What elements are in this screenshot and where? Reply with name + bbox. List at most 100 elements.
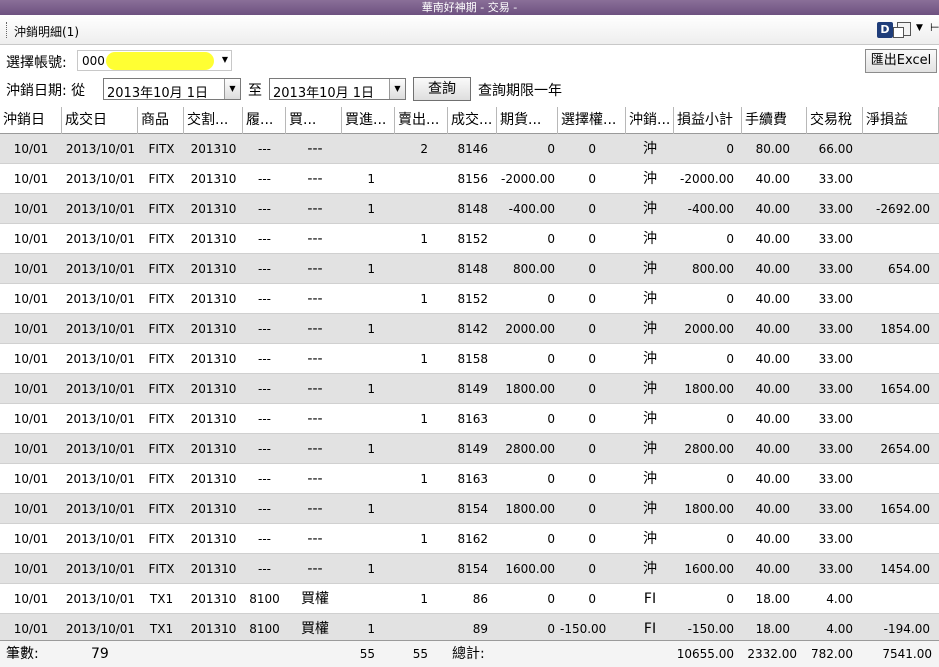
col-header-buy-qty[interactable]: 買進... [342, 107, 395, 134]
chevron-down-icon[interactable]: ▼ [916, 23, 923, 33]
cell-settle-month: 201310 [190, 472, 237, 486]
cell-tax: 33.00 [818, 502, 853, 516]
table-row[interactable]: 10/01 2013/10/01 TX1 201310 8100 買權 1 89 0 -150.0… [0, 614, 939, 640]
col-header-fee[interactable]: 手續費 [742, 107, 807, 134]
col-header-offset-type[interactable]: 沖銷... [626, 107, 674, 134]
cell-offset-date: 10/01 [13, 172, 49, 186]
table-row[interactable]: 10/01 2013/10/01 TX1 201310 8100 買權 1 86 0 0 FI 0 18… [0, 584, 939, 614]
col-header-tax[interactable]: 交易稅 [807, 107, 863, 134]
cell-net-pnl: 2654.00 [880, 442, 930, 456]
table-row[interactable]: 10/01 2013/10/01 FITX 201310 --- --- 1 8142 2000… [0, 314, 939, 344]
col-header-settle-month[interactable]: 交割... [184, 107, 243, 134]
account-select[interactable]: 000 ▼ [77, 50, 232, 71]
cell-fee: 40.00 [755, 262, 790, 276]
cell-settle-month: 201310 [190, 232, 237, 246]
cell-offset-type: 沖 [643, 261, 657, 277]
table-row[interactable]: 10/01 2013/10/01 FITX 201310 --- --- 1 8149 2800… [0, 434, 939, 464]
col-header-offset-date[interactable]: 沖銷日 [0, 107, 62, 134]
col-header-futures-pnl[interactable]: 期貨... [497, 107, 558, 134]
cell-fee: 18.00 [755, 592, 790, 606]
col-header-price[interactable]: 成交... [448, 107, 497, 134]
cell-sell-qty [397, 554, 428, 584]
cell-trade-date: 2013/10/01 [65, 472, 136, 486]
dropdown-arrow-icon[interactable]: ▼ [222, 55, 228, 64]
cell-strike: --- [258, 202, 271, 216]
cell-sell-qty [397, 374, 428, 404]
table-body[interactable]: 10/01 2013/10/01 FITX 201310 --- --- 2 8146 0 0 沖 0… [0, 134, 939, 640]
date-to-picker[interactable]: 2013年10月 1日 ▼ [269, 78, 406, 101]
account-label: 選擇帳號: [6, 55, 67, 71]
table-row[interactable]: 10/01 2013/10/01 FITX 201310 --- --- 1 8152 0 0 沖 0… [0, 224, 939, 254]
cell-futures-pnl: 2000.00 [505, 322, 555, 336]
account-value: 000 [82, 54, 105, 68]
drag-grip-icon[interactable] [6, 22, 9, 38]
cell-strike: --- [258, 142, 271, 156]
table-row[interactable]: 10/01 2013/10/01 FITX 201310 --- --- 1 8154 1800… [0, 494, 939, 524]
cell-buy-qty: 1 [367, 202, 375, 216]
cell-sell-qty [397, 434, 428, 464]
cell-net-pnl [864, 164, 930, 194]
cell-price: 8146 [457, 142, 488, 156]
cell-net-pnl: 1654.00 [880, 382, 930, 396]
cell-sell-qty: 1 [420, 472, 428, 486]
table-row[interactable]: 10/01 2013/10/01 FITX 201310 --- --- 2 8146 0 0 沖 0… [0, 134, 939, 164]
table-row[interactable]: 10/01 2013/10/01 FITX 201310 --- --- 1 8148 -400… [0, 194, 939, 224]
cell-options-pnl: 0 [588, 472, 596, 486]
cell-call-put: --- [307, 561, 323, 577]
table-row[interactable]: 10/01 2013/10/01 FITX 201310 --- --- 1 8148 800.… [0, 254, 939, 284]
cell-offset-type: 沖 [643, 231, 657, 247]
col-header-product[interactable]: 商品 [138, 107, 184, 134]
cell-buy-qty [344, 224, 375, 254]
pin-icon[interactable]: ⊢ [930, 21, 939, 34]
cell-product: FITX [148, 172, 175, 186]
cell-tax: 33.00 [818, 292, 853, 306]
cell-sell-qty: 1 [420, 232, 428, 246]
table-row[interactable]: 10/01 2013/10/01 FITX 201310 --- --- 1 8162 0 0 沖 0… [0, 524, 939, 554]
cell-strike: --- [258, 502, 271, 516]
d-logo-icon[interactable]: D [877, 22, 893, 38]
table-row[interactable]: 10/01 2013/10/01 FITX 201310 --- --- 1 8158 0 0 沖 0… [0, 344, 939, 374]
table-row[interactable]: 10/01 2013/10/01 FITX 201310 --- --- 1 8154 1600… [0, 554, 939, 584]
cell-product: TX1 [149, 622, 174, 636]
cell-buy-qty: 1 [367, 562, 375, 576]
table-row[interactable]: 10/01 2013/10/01 FITX 201310 --- --- 1 8152 0 0 沖 0… [0, 284, 939, 314]
table-row[interactable]: 10/01 2013/10/01 FITX 201310 --- --- 1 8163 0 0 沖 0… [0, 464, 939, 494]
query-button[interactable]: 查詢 [413, 77, 471, 101]
cell-offset-date: 10/01 [13, 292, 49, 306]
footer-fee-total: 2332.00 [747, 647, 797, 661]
col-header-call-put[interactable]: 買... [286, 107, 342, 134]
col-header-trade-date[interactable]: 成交日 [62, 107, 138, 134]
cell-price: 89 [472, 622, 488, 636]
cell-sell-qty: 1 [420, 592, 428, 606]
cell-options-pnl: 0 [588, 562, 596, 576]
window-restore-icon[interactable] [893, 22, 911, 38]
col-header-options-pnl[interactable]: 選擇權... [558, 107, 626, 134]
cell-offset-type: 沖 [643, 441, 657, 457]
cell-fee: 40.00 [755, 442, 790, 456]
col-header-net-pnl[interactable]: 淨損益 [863, 107, 939, 134]
cell-offset-date: 10/01 [13, 322, 49, 336]
cell-settle-month: 201310 [190, 172, 237, 186]
cell-offset-type: FI [643, 591, 657, 607]
export-excel-button[interactable]: 匯出Excel [865, 49, 937, 73]
cell-futures-pnl: -400.00 [508, 202, 555, 216]
table-row[interactable]: 10/01 2013/10/01 FITX 201310 --- --- 1 8156 -200… [0, 164, 939, 194]
date-from-picker[interactable]: 2013年10月 1日 ▼ [103, 78, 241, 101]
panel-title: 沖銷明細(1) [14, 25, 79, 39]
calendar-dropdown-icon[interactable]: ▼ [224, 79, 240, 99]
col-header-sell-qty[interactable]: 賣出... [395, 107, 448, 134]
col-header-strike[interactable]: 履... [243, 107, 286, 134]
cell-strike: --- [258, 532, 271, 546]
cell-product: FITX [148, 232, 175, 246]
col-header-pnl-subtotal[interactable]: 損益小計 [674, 107, 742, 134]
cell-price: 8149 [457, 442, 488, 456]
table-row[interactable]: 10/01 2013/10/01 FITX 201310 --- --- 1 8163 0 0 沖 0… [0, 404, 939, 434]
cell-product: FITX [148, 322, 175, 336]
table-row[interactable]: 10/01 2013/10/01 FITX 201310 --- --- 1 8149 1800… [0, 374, 939, 404]
cell-tax: 33.00 [818, 232, 853, 246]
cell-net-pnl [864, 584, 930, 614]
calendar-dropdown-icon[interactable]: ▼ [389, 79, 405, 99]
cell-fee: 40.00 [755, 532, 790, 546]
cell-sell-qty [397, 254, 428, 284]
cell-product: FITX [148, 502, 175, 516]
